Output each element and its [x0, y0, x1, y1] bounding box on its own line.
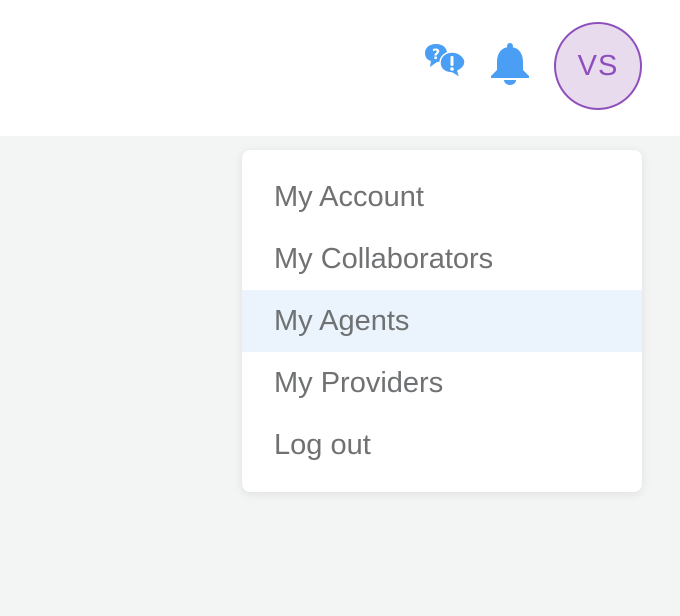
top-bar: ? VS: [0, 0, 680, 136]
menu-item-log-out[interactable]: Log out: [242, 414, 642, 476]
menu-item-my-collaborators[interactable]: My Collaborators: [242, 228, 642, 290]
bell-icon[interactable]: [488, 42, 532, 86]
user-avatar[interactable]: VS: [554, 22, 642, 110]
svg-text:?: ?: [432, 47, 440, 63]
menu-item-my-providers[interactable]: My Providers: [242, 352, 642, 414]
help-chat-icon[interactable]: ?: [424, 42, 466, 80]
user-menu-dropdown: My Account My Collaborators My Agents My…: [242, 150, 642, 492]
menu-item-my-agents[interactable]: My Agents: [242, 290, 642, 352]
menu-item-my-account[interactable]: My Account: [242, 166, 642, 228]
